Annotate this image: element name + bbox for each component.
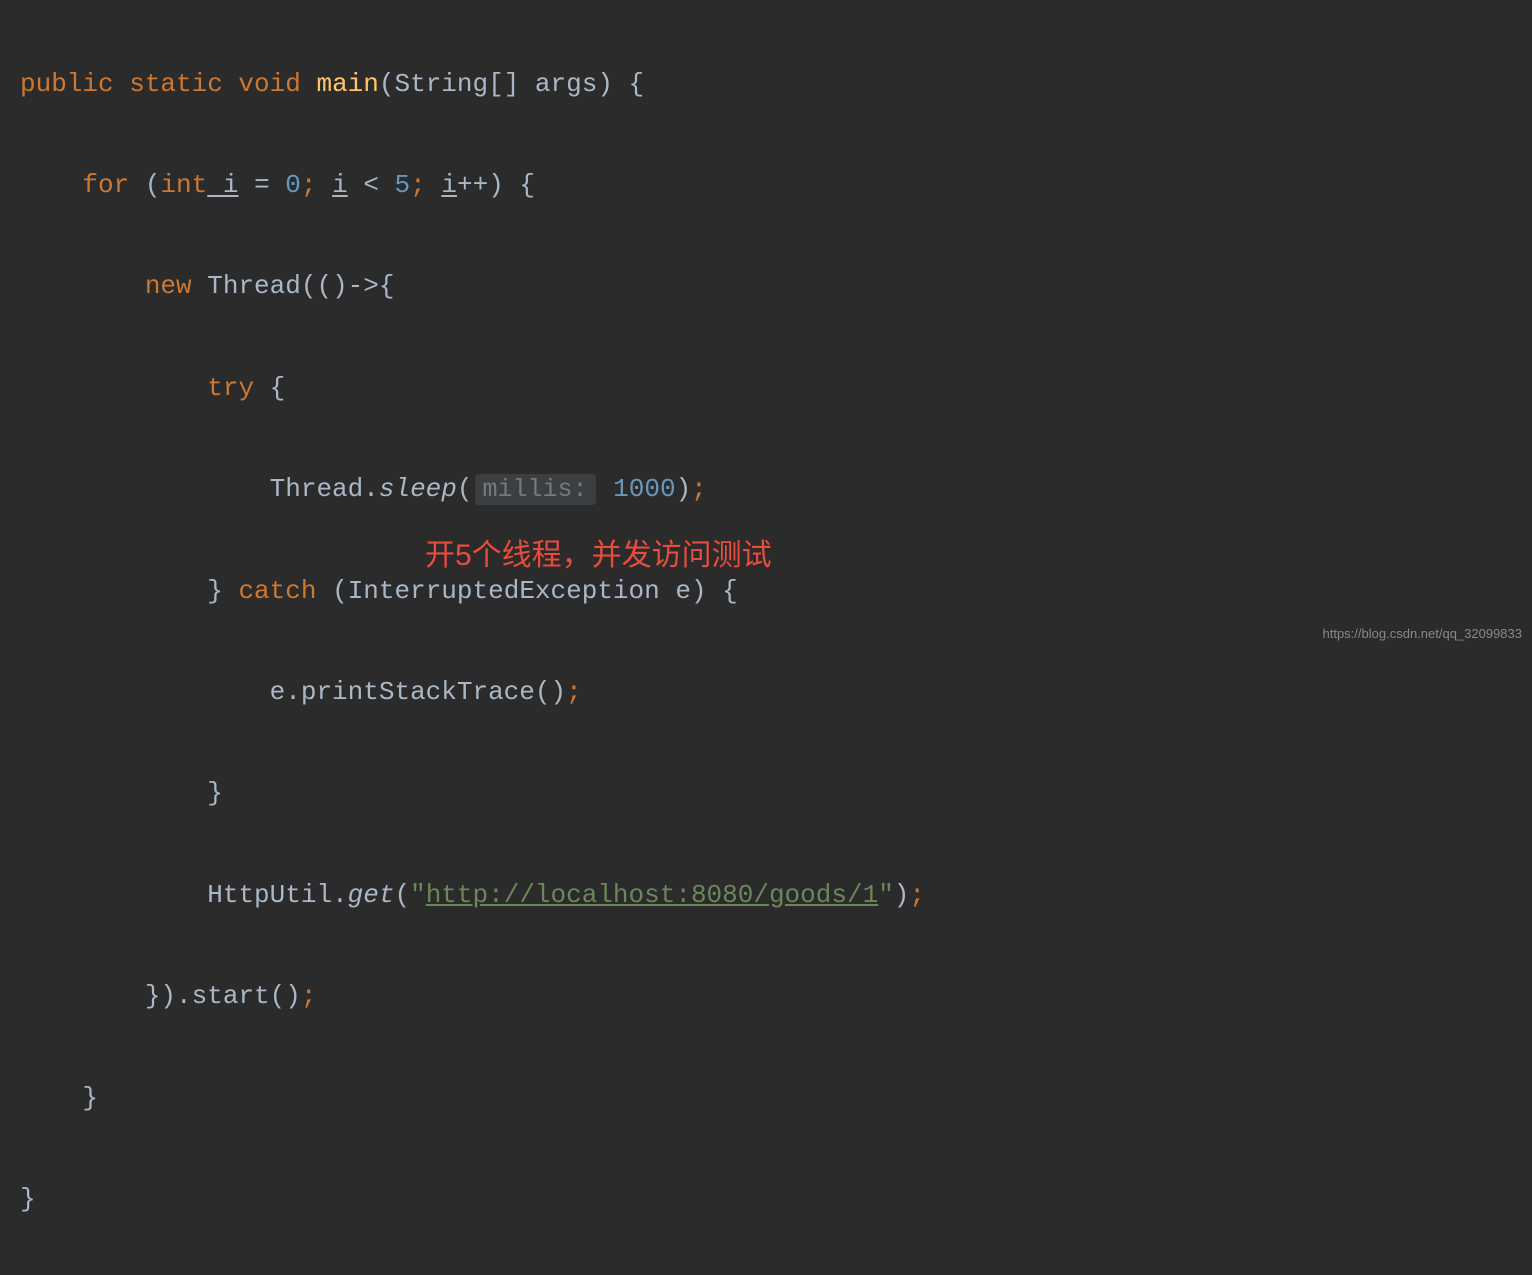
- var-i-cond: i: [332, 170, 348, 200]
- class-httputil: HttpUtil: [207, 880, 332, 910]
- code-line-6: } catch (InterruptedException e) {: [20, 566, 1532, 617]
- method-sleep: sleep: [379, 474, 457, 504]
- code-line-2: for (int i = 0; i < 5; i++) {: [20, 160, 1532, 211]
- code-line-8: }: [20, 768, 1532, 819]
- code-line-11: }: [20, 1073, 1532, 1124]
- param-hint-millis: millis:: [475, 474, 596, 505]
- keyword-catch: catch: [238, 576, 316, 606]
- class-thread: Thread: [207, 271, 301, 301]
- code-line-3: new Thread(()->{: [20, 261, 1532, 312]
- keyword-new: new: [145, 271, 192, 301]
- code-line-1: public static void main(String[] args) {: [20, 59, 1532, 110]
- number-5: 5: [395, 170, 411, 200]
- var-i-decl: i: [207, 170, 238, 200]
- code-line-5: Thread.sleep(millis: 1000);: [20, 464, 1532, 515]
- keyword-try: try: [207, 373, 254, 403]
- code-line-12: }: [20, 1174, 1532, 1225]
- url-string: http://localhost:8080/goods/1: [426, 880, 878, 910]
- method-name-main: main: [316, 69, 378, 99]
- keyword-public-static-void: public static void: [20, 69, 301, 99]
- var-i-inc: i: [441, 170, 457, 200]
- code-line-9: HttpUtil.get("http://localhost:8080/good…: [20, 870, 1532, 921]
- code-line-7: e.printStackTrace();: [20, 667, 1532, 718]
- number-1000: 1000: [613, 474, 675, 504]
- code-line-10: }).start();: [20, 971, 1532, 1022]
- class-thread-ref: Thread: [270, 474, 364, 504]
- keyword-for: for: [82, 170, 129, 200]
- annotation-comment: 开5个线程，并发访问测试: [425, 527, 772, 586]
- lambda-close-start: }).start(): [145, 981, 301, 1011]
- method-get: get: [348, 880, 395, 910]
- code-editor[interactable]: public static void main(String[] args) {…: [0, 8, 1532, 1275]
- code-line-4: try {: [20, 363, 1532, 414]
- keyword-int: int: [160, 170, 207, 200]
- method-printstacktrace: e.printStackTrace(): [270, 677, 566, 707]
- number-0: 0: [285, 170, 301, 200]
- watermark-text: https://blog.csdn.net/qq_32099833: [1323, 621, 1523, 646]
- param-args: String[] args: [395, 69, 598, 99]
